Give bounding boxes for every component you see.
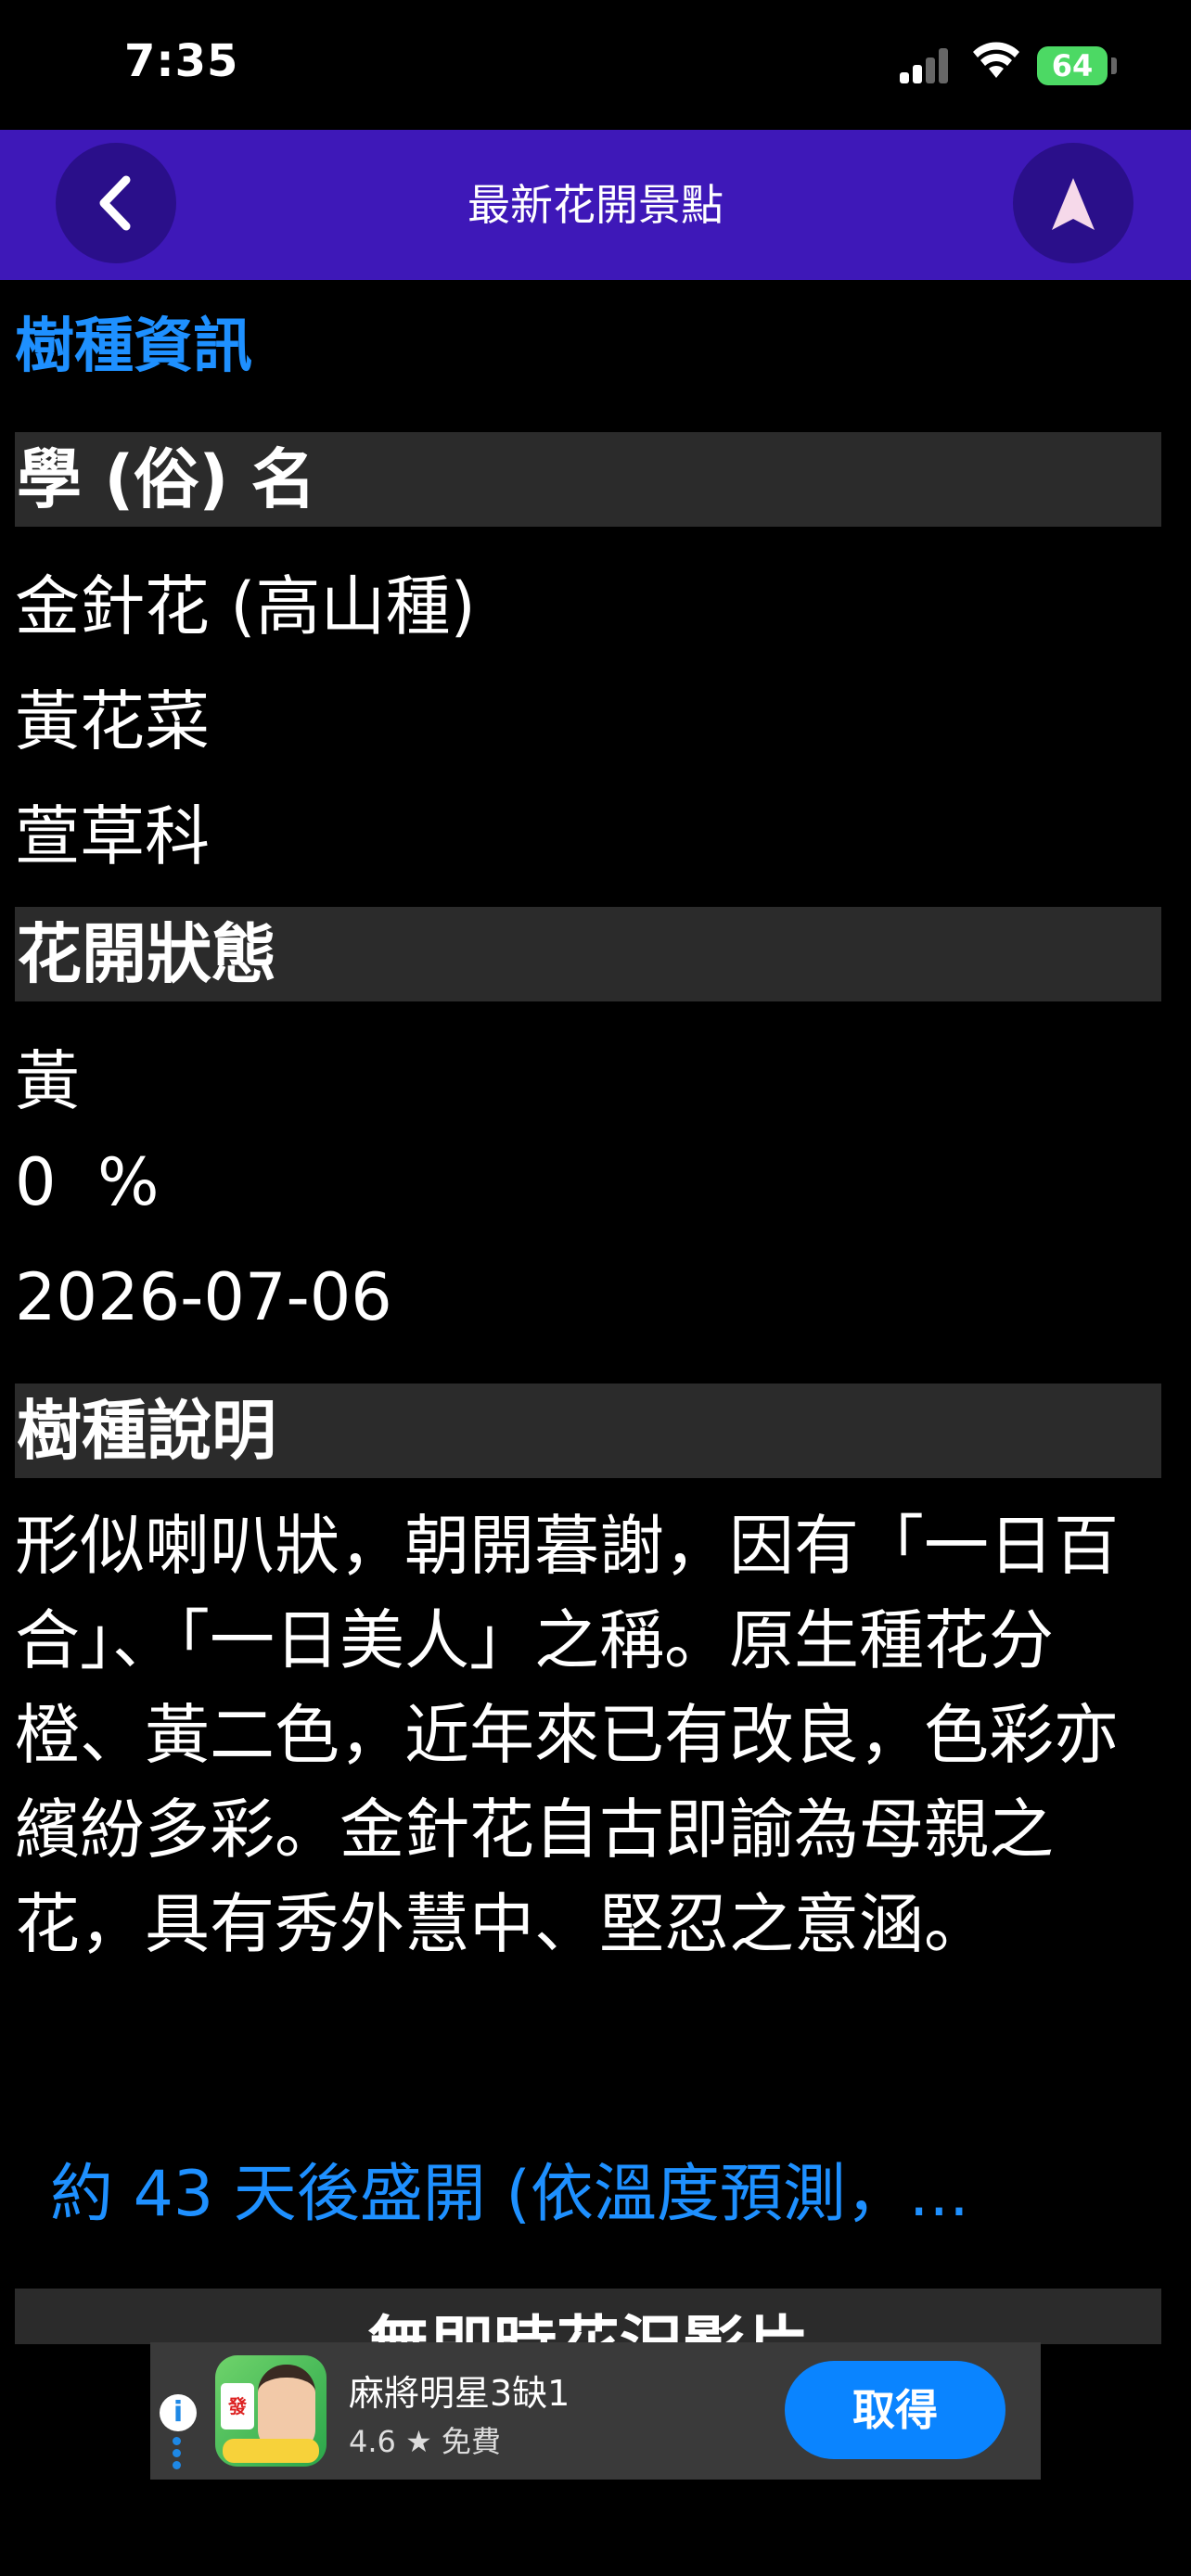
battery-cap bbox=[1111, 57, 1117, 74]
status-time: 7:35 bbox=[124, 35, 239, 87]
ad-app-name: 麻將明星3缺1 bbox=[349, 2373, 570, 2414]
status-bar: 7:35 64 bbox=[0, 0, 1191, 130]
screen: 7:35 64 最新花開景點 樹種資訊 學 (俗) 名 金針花 (高山種) 黃花… bbox=[0, 0, 1191, 2576]
more-dots-icon[interactable] bbox=[173, 2437, 182, 2474]
nav-bar: 最新花開景點 bbox=[0, 130, 1191, 280]
wifi-icon bbox=[973, 42, 1019, 78]
mahjong-tile-icon: 發 bbox=[221, 2383, 254, 2429]
app-icon-badge bbox=[223, 2439, 319, 2463]
app-icon[interactable]: 發 bbox=[215, 2355, 327, 2467]
bloom-date: 2026-07-06 bbox=[15, 1259, 392, 1335]
ad-rating: 4.6 ★ 免費 bbox=[349, 2424, 501, 2459]
section-title: 樹種資訊 bbox=[15, 312, 252, 381]
photo-header: 無即時花況影片 bbox=[15, 2289, 1161, 2344]
name-header-label: 學 (俗) 名 bbox=[17, 441, 316, 517]
description-header: 樹種說明 bbox=[15, 1384, 1161, 1478]
bloom-header-label: 花開狀態 bbox=[17, 916, 276, 992]
description-text: 形似喇叭狀，朝開暮謝，因有「一日百合」、「一日美人」之稱。原生種花分橙、黃二色，… bbox=[15, 1508, 1119, 1962]
back-button[interactable] bbox=[56, 143, 176, 263]
bloom-color: 黃 bbox=[15, 1043, 80, 1119]
photo-header-label: 無即時花況影片 bbox=[15, 2294, 1161, 2344]
battery-level: 64 bbox=[1051, 48, 1094, 83]
scientific-name: 金針花 (高山種) bbox=[15, 568, 476, 644]
common-name: 黃花菜 bbox=[15, 683, 210, 759]
battery-icon: 64 bbox=[1037, 46, 1108, 85]
name-header: 學 (俗) 名 bbox=[15, 432, 1161, 527]
cellular-signal-icon bbox=[900, 48, 952, 83]
chevron-left-icon bbox=[99, 175, 131, 231]
family-name: 萱草科 bbox=[15, 798, 210, 874]
get-button[interactable]: 取得 bbox=[785, 2361, 1005, 2459]
location-arrow-icon bbox=[1052, 178, 1095, 230]
info-icon[interactable]: i bbox=[160, 2394, 197, 2431]
description-header-label: 樹種說明 bbox=[17, 1393, 276, 1469]
ad-banner[interactable]: i 發 麻將明星3缺1 4.6 ★ 免費 取得 bbox=[150, 2342, 1041, 2480]
navigate-button[interactable] bbox=[1013, 143, 1133, 263]
bloom-header: 花開狀態 bbox=[15, 907, 1161, 1001]
forecast-link[interactable]: 約 43 天後盛開 (依溫度預測，... bbox=[50, 2142, 969, 2234]
bloom-percent: 0 % bbox=[15, 1144, 160, 1220]
